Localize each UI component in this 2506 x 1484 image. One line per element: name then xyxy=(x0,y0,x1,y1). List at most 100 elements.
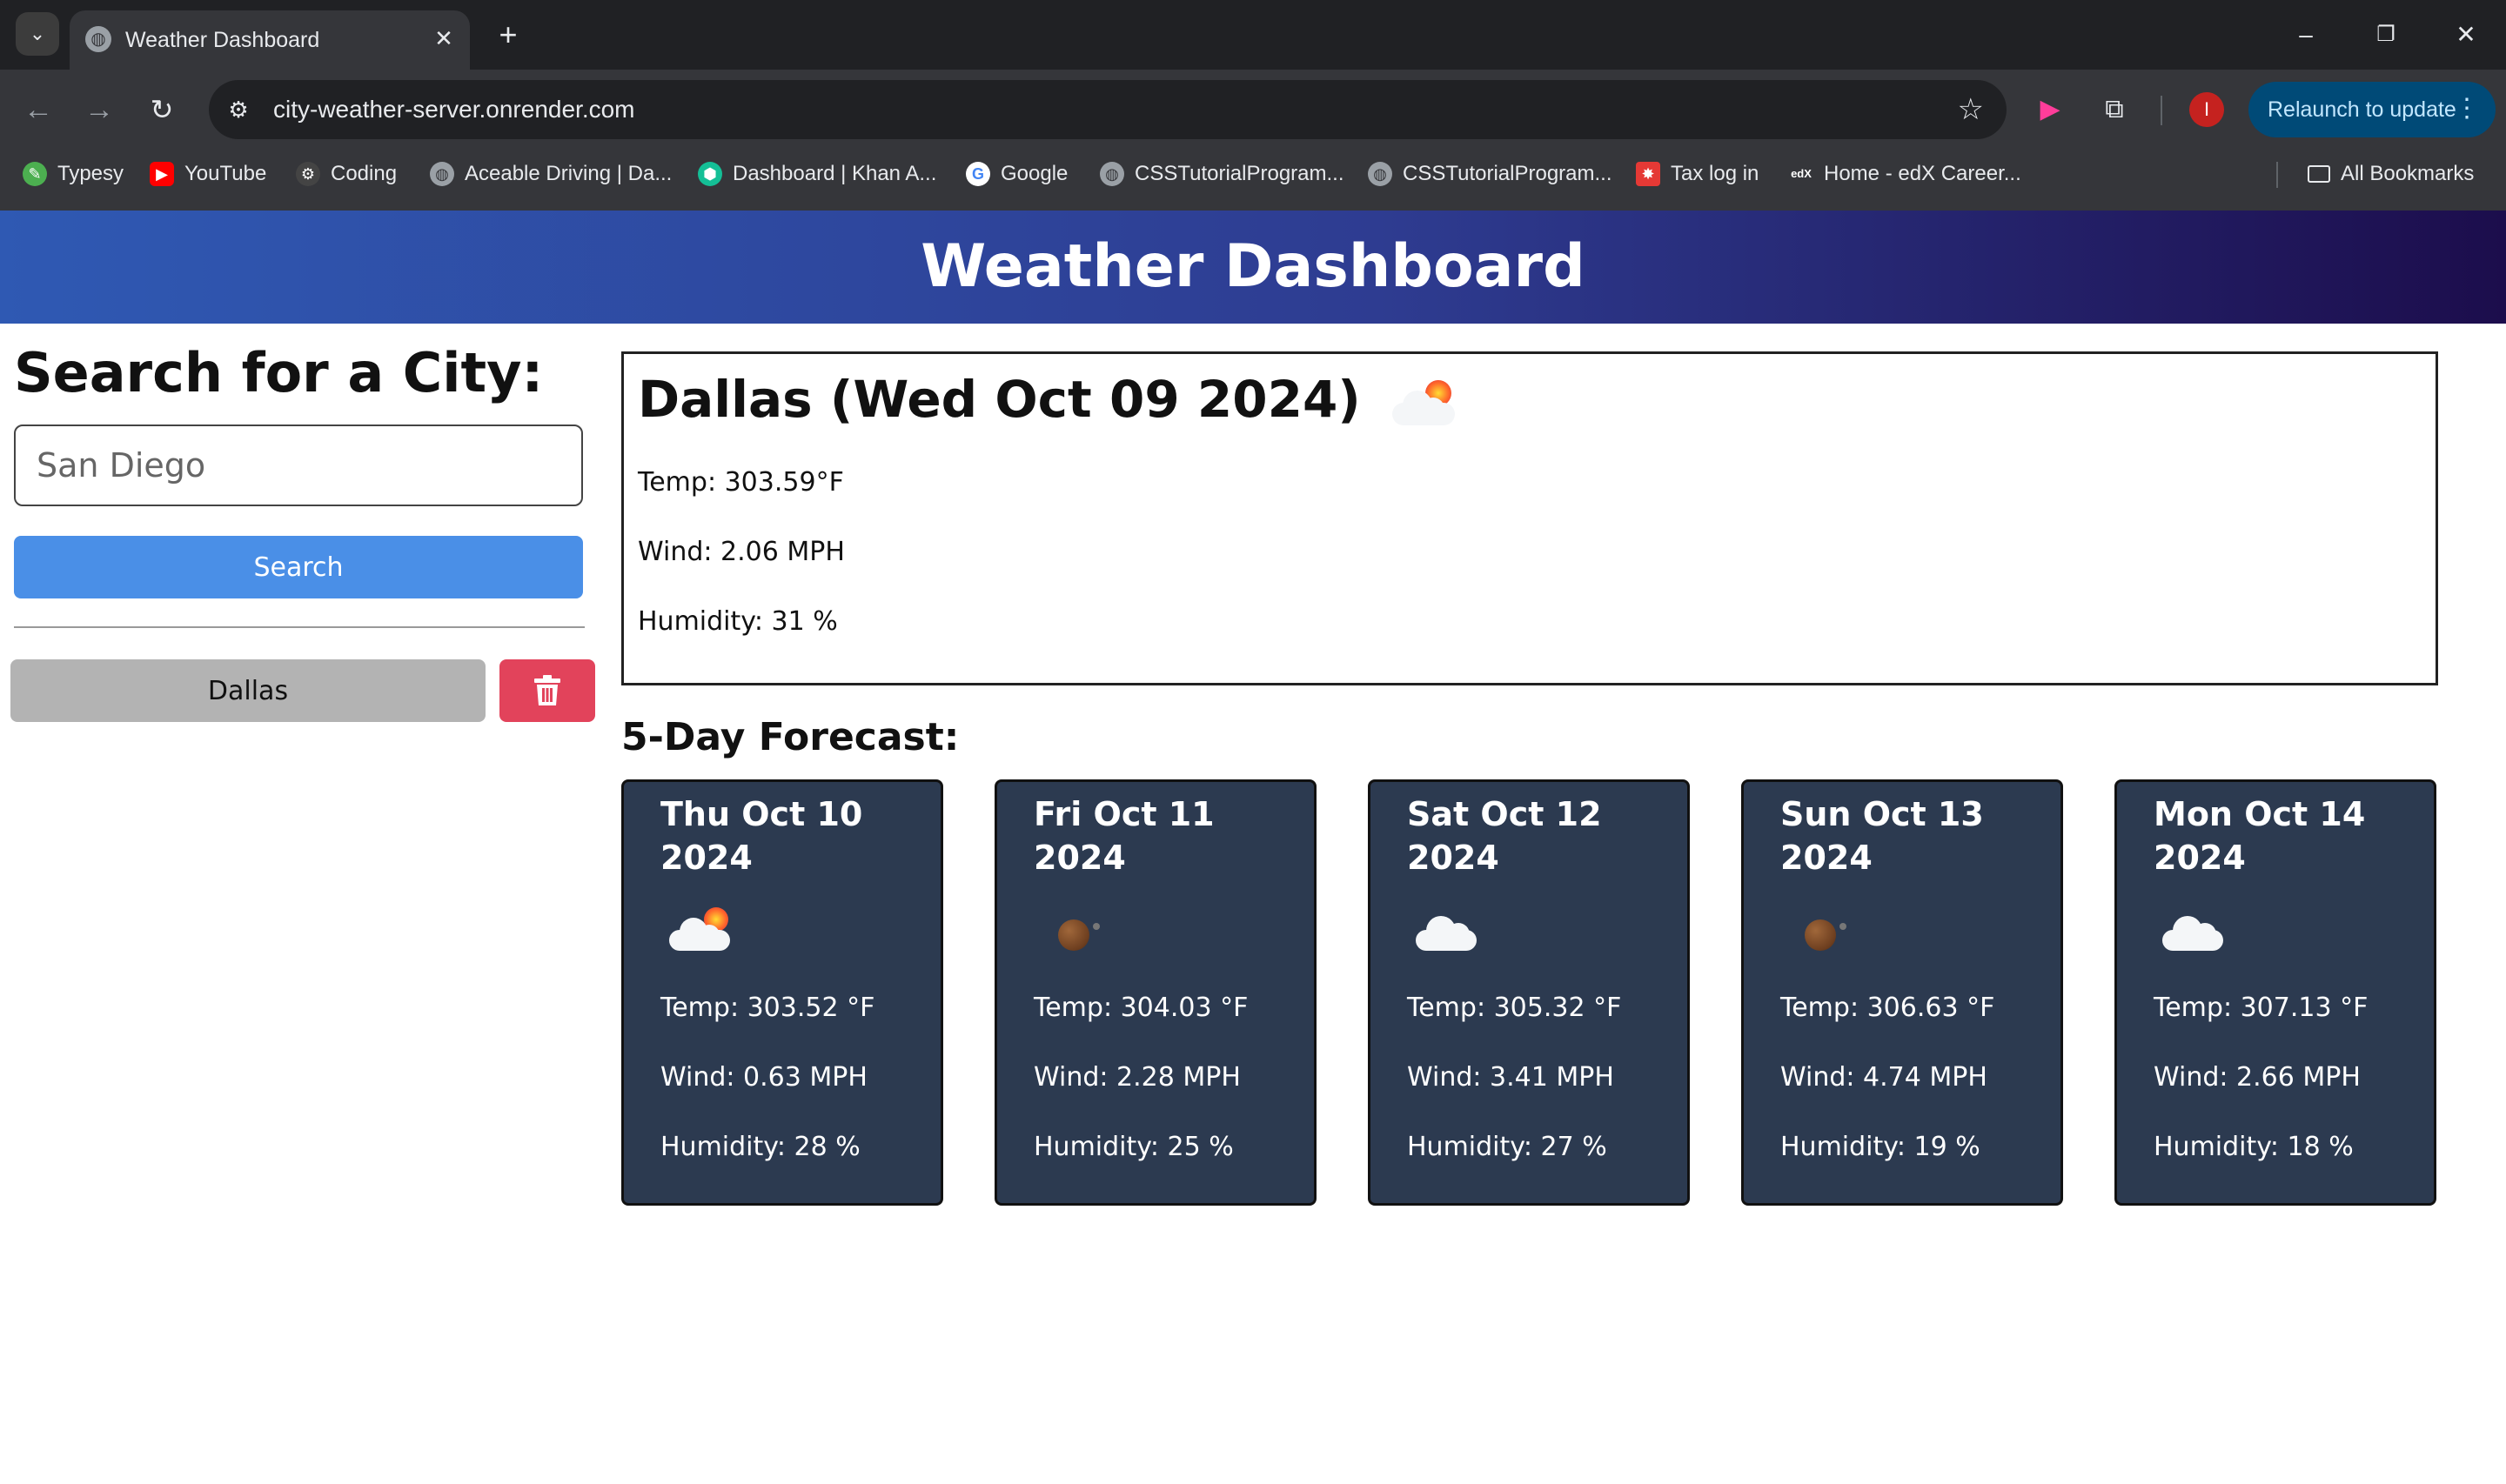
minimize-window-icon[interactable]: – xyxy=(2282,16,2330,54)
kebab-menu-icon[interactable]: ⋮ xyxy=(2454,94,2480,124)
bookmark-csstutorial-2[interactable]: ◍ CSSTutorialProgram... xyxy=(1368,150,1612,198)
khan-academy-icon: ⬢ xyxy=(698,162,722,186)
forecast-card: Sat Oct 12 2024 Temp: 305.32 °F Wind: 3.… xyxy=(1368,779,1690,1206)
forecast-temp: Temp: 306.63 °F xyxy=(1780,993,1995,1023)
forecast-date: Mon Oct 14 2024 xyxy=(2154,795,2366,877)
current-city-date: Dallas (Wed Oct 09 2024) xyxy=(638,370,1361,429)
forward-arrow-icon[interactable]: → xyxy=(78,89,120,130)
forecast-date: Sun Oct 13 2024 xyxy=(1780,795,1984,877)
relaunch-label: Relaunch to update xyxy=(2268,97,2456,122)
sidebar-divider xyxy=(14,626,585,628)
forecast-wind: Wind: 0.63 MPH xyxy=(660,1062,868,1093)
bookmark-aceable-driving[interactable]: ◍ Aceable Driving | Da... xyxy=(430,150,672,198)
bookmark-label: Dashboard | Khan A... xyxy=(733,162,937,185)
tab-title: Weather Dashboard xyxy=(125,28,320,52)
cloud-icon xyxy=(2162,904,2232,956)
forecast-card: Thu Oct 10 2024 Temp: 303.52 °F Wind: 0.… xyxy=(621,779,943,1206)
profile-avatar[interactable]: I xyxy=(2189,92,2224,127)
browser-tab-strip: ⌄ ◍ Weather Dashboard ✕ + – ❐ ✕ xyxy=(0,0,2506,70)
bookmark-typesy[interactable]: ✎ Typesy xyxy=(23,150,124,198)
delete-history-button[interactable] xyxy=(499,659,595,722)
forecast-humidity: Humidity: 18 % xyxy=(2154,1132,2354,1162)
current-weather-card: Dallas (Wed Oct 09 2024) Temp: 303.59°F … xyxy=(621,351,2438,685)
forecast-wind: Wind: 2.66 MPH xyxy=(2154,1062,2361,1093)
browser-toolbar: ← → ↻ ⚙ city-weather-server.onrender.com… xyxy=(0,70,2506,150)
bookmark-coding[interactable]: ⚙ Coding xyxy=(296,150,397,198)
bookmark-label: Tax log in xyxy=(1671,162,1759,185)
sun-behind-cloud-icon xyxy=(669,904,739,956)
browser-tab[interactable]: ◍ Weather Dashboard ✕ xyxy=(70,10,470,70)
address-bar[interactable]: ⚙ city-weather-server.onrender.com ☆ xyxy=(209,80,2007,139)
google-icon: G xyxy=(966,162,990,186)
forecast-heading: 5-Day Forecast: xyxy=(621,715,960,759)
close-window-icon[interactable]: ✕ xyxy=(2442,16,2490,54)
history-city-button[interactable]: Dallas xyxy=(10,659,486,722)
globe-icon: ◍ xyxy=(1368,162,1392,186)
current-temp: Temp: 303.59°F xyxy=(638,467,844,498)
tab-search-chevron-icon[interactable]: ⌄ xyxy=(16,12,59,56)
bookmark-youtube[interactable]: ▶ YouTube xyxy=(150,150,266,198)
city-search-input[interactable] xyxy=(14,424,583,506)
current-wind: Wind: 2.06 MPH xyxy=(638,537,845,567)
current-humidity: Humidity: 31 % xyxy=(638,606,838,637)
forecast-card: Sun Oct 13 2024 Temp: 306.63 °F Wind: 4.… xyxy=(1741,779,2063,1206)
all-bookmarks-button[interactable]: All Bookmarks xyxy=(2308,150,2474,198)
new-tab-plus-icon[interactable]: + xyxy=(489,16,527,54)
forecast-date: Sat Oct 12 2024 xyxy=(1407,795,1602,877)
forecast-card: Mon Oct 14 2024 Temp: 307.13 °F Wind: 2.… xyxy=(2114,779,2436,1206)
bookmark-khan-academy[interactable]: ⬢ Dashboard | Khan A... xyxy=(698,150,936,198)
typesy-icon: ✎ xyxy=(23,162,47,186)
forecast-temp: Temp: 305.32 °F xyxy=(1407,993,1622,1023)
bookmark-star-icon[interactable]: ☆ xyxy=(1958,92,1984,127)
moon-icon xyxy=(1042,904,1112,956)
bookmark-label: YouTube xyxy=(184,162,267,185)
bookmark-csstutorial-1[interactable]: ◍ CSSTutorialProgram... xyxy=(1100,150,1344,198)
forecast-wind: Wind: 3.41 MPH xyxy=(1407,1062,1614,1093)
url-text[interactable]: city-weather-server.onrender.com xyxy=(273,96,635,124)
forecast-humidity: Humidity: 25 % xyxy=(1034,1132,1234,1162)
bookmark-label: CSSTutorialProgram... xyxy=(1403,162,1612,185)
bookmarks-bar: ✎ Typesy ▶ YouTube ⚙ Coding ◍ Aceable Dr… xyxy=(0,150,2506,212)
sun-behind-cloud-icon xyxy=(1390,377,1460,429)
bookmark-label: Typesy xyxy=(57,162,124,185)
bookmark-label: CSSTutorialProgram... xyxy=(1135,162,1344,185)
search-button[interactable]: Search xyxy=(14,536,583,598)
tax-icon: ✸ xyxy=(1636,162,1660,186)
bookmark-label: Aceable Driving | Da... xyxy=(465,162,673,185)
bookmark-google[interactable]: G Google xyxy=(966,150,1068,198)
reload-icon[interactable]: ↻ xyxy=(141,89,183,130)
all-bookmarks-label: All Bookmarks xyxy=(2341,162,2475,185)
forecast-wind: Wind: 2.28 MPH xyxy=(1034,1062,1241,1093)
toolbar-divider xyxy=(2161,96,2162,125)
restore-window-icon[interactable]: ❐ xyxy=(2362,16,2410,54)
forecast-date: Fri Oct 11 2024 xyxy=(1034,795,1215,877)
bookmarks-divider xyxy=(2276,162,2278,188)
screen-recorder-extension-icon[interactable]: ▶ xyxy=(2029,89,2071,130)
current-city-heading: Dallas (Wed Oct 09 2024) xyxy=(638,370,1460,429)
trash-icon xyxy=(534,675,560,705)
forecast-date: Thu Oct 10 2024 xyxy=(660,795,863,877)
header-banner: Weather Dashboard xyxy=(0,211,2506,324)
forecast-humidity: Humidity: 19 % xyxy=(1780,1132,1980,1162)
forecast-humidity: Humidity: 27 % xyxy=(1407,1132,1607,1162)
moon-icon xyxy=(1789,904,1859,956)
page-title: Weather Dashboard xyxy=(921,232,1585,301)
search-heading: Search for a City: xyxy=(14,341,544,404)
bookmark-tax-log-in[interactable]: ✸ Tax log in xyxy=(1636,150,1759,198)
close-tab-icon[interactable]: ✕ xyxy=(426,21,461,56)
relaunch-to-update-button[interactable]: Relaunch to update ⋮ xyxy=(2248,82,2496,137)
forecast-humidity: Humidity: 28 % xyxy=(660,1132,861,1162)
bookmark-edx[interactable]: edX Home - edX Career... xyxy=(1789,150,2021,198)
site-info-icon[interactable]: ⚙ xyxy=(224,96,252,124)
coding-icon: ⚙ xyxy=(296,162,320,186)
extensions-puzzle-icon[interactable]: ⧉ xyxy=(2094,89,2135,130)
back-arrow-icon[interactable]: ← xyxy=(17,89,59,130)
edx-icon: edX xyxy=(1789,162,1813,186)
globe-icon: ◍ xyxy=(1100,162,1124,186)
forecast-temp: Temp: 303.52 °F xyxy=(660,993,875,1023)
folder-icon xyxy=(2308,165,2330,183)
cloud-icon xyxy=(1416,904,1485,956)
forecast-card: Fri Oct 11 2024 Temp: 304.03 °F Wind: 2.… xyxy=(995,779,1317,1206)
page-content: Weather Dashboard Search for a City: Sea… xyxy=(0,211,2506,1482)
bookmark-label: Coding xyxy=(331,162,398,185)
